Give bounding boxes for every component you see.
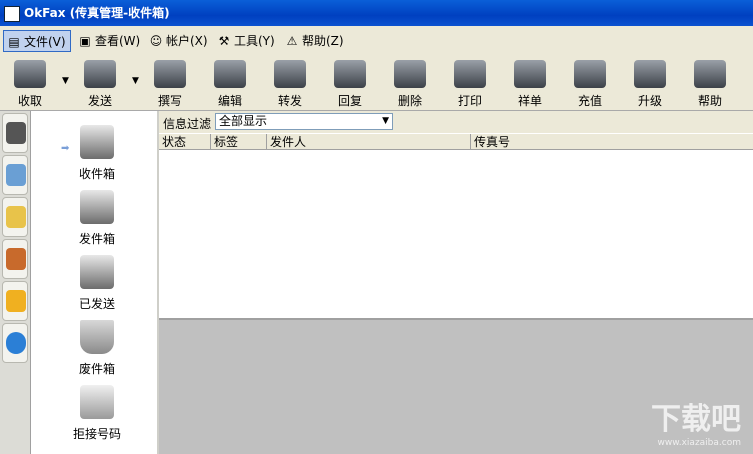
app-icon [4, 6, 20, 22]
watermark: 下载吧 www.xiazaiba.com [651, 402, 741, 448]
send-dropdown-icon[interactable]: ▼ [132, 76, 139, 86]
filter-label: 信息过滤 [163, 117, 212, 131]
filter-bar: 信息过滤 全部显示 ▼ [159, 111, 753, 133]
side-tab-mail[interactable] [2, 197, 28, 237]
recharge-icon [574, 60, 606, 88]
receive-button[interactable]: 收取 [4, 58, 56, 108]
forward-button[interactable]: 转发 [264, 58, 316, 108]
send-button[interactable]: 发送 [74, 58, 126, 108]
column-sender[interactable]: 发件人 [267, 134, 471, 150]
list-header: 状态 标签 发件人 传真号 [159, 133, 753, 150]
receive-dropdown-icon[interactable]: ▼ [62, 76, 69, 86]
chevron-down-icon: ▼ [382, 116, 389, 126]
folder-sent[interactable]: 已发送 [67, 255, 127, 312]
delete-icon [394, 60, 426, 88]
recharge-button[interactable]: 充值 [564, 58, 616, 108]
compose-icon [154, 60, 186, 88]
upgrade-button[interactable]: 升级 [624, 58, 676, 108]
folder-inbox[interactable]: 收件箱 [67, 125, 127, 182]
folder-pane: ➡ 收件箱 发件箱 已发送 废件箱 拒接号码 [31, 111, 159, 454]
menu-help[interactable]: ⚠ 帮助(Z) [282, 30, 348, 52]
people-icon [6, 248, 26, 270]
mail-icon [6, 206, 26, 228]
edit-icon [214, 60, 246, 88]
ie-icon [6, 332, 26, 354]
bell-icon [6, 290, 26, 312]
window-title: OkFax (传真管理-收件箱) [24, 6, 170, 20]
side-tab-fax[interactable] [2, 113, 28, 153]
receive-icon [14, 60, 46, 88]
outbox-fax-icon [80, 190, 114, 224]
computer-icon [6, 164, 26, 186]
forward-icon [274, 60, 306, 88]
delete-button[interactable]: 删除 [384, 58, 436, 108]
send-icon [84, 60, 116, 88]
menu-tools[interactable]: ⚒ 工具(Y) [214, 30, 279, 52]
detail-icon [514, 60, 546, 88]
folder-blocked-numbers[interactable]: 拒接号码 [67, 385, 127, 442]
help-toolbar-button[interactable]: 帮助 [684, 58, 736, 108]
view-icon: ▣ [79, 34, 91, 48]
menu-account[interactable]: ☺ 帐户(X) [146, 30, 212, 52]
users-icon: ☺ [149, 34, 163, 48]
help-book-icon [694, 60, 726, 88]
reply-button[interactable]: 回复 [324, 58, 376, 108]
tools-icon: ⚒ [218, 34, 230, 48]
reply-icon [334, 60, 366, 88]
menu-file[interactable]: ▤ 文件(V) [3, 30, 71, 52]
toolbar: 收取 ▼ 发送 ▼ 撰写 编辑 转发 回复 删除 打印 祥单 充值 升级 帮助 [0, 56, 753, 111]
blocked-numbers-icon [80, 385, 114, 419]
side-tab-alerts[interactable] [2, 281, 28, 321]
folder-trash[interactable]: 废件箱 [67, 320, 127, 377]
column-tag[interactable]: 标签 [211, 134, 267, 150]
fax-icon [6, 122, 26, 144]
trash-basket-icon [80, 320, 114, 354]
side-tab-web[interactable] [2, 323, 28, 363]
inbox-fax-icon [80, 125, 114, 159]
title-bar: OkFax (传真管理-收件箱) [0, 0, 753, 26]
print-icon [454, 60, 486, 88]
upgrade-icon [634, 60, 666, 88]
side-tab-computer[interactable] [2, 155, 28, 195]
file-icon: ▤ [8, 35, 20, 49]
compose-button[interactable]: 撰写 [144, 58, 196, 108]
side-tab-bar [0, 111, 31, 454]
message-list[interactable] [159, 150, 753, 320]
sent-fax-icon [80, 255, 114, 289]
preview-pane: 下载吧 www.xiazaiba.com [159, 320, 753, 454]
filter-value: 全部显示 [219, 114, 268, 128]
print-button[interactable]: 打印 [444, 58, 496, 108]
help-icon: ⚠ [286, 34, 298, 48]
side-tab-contacts[interactable] [2, 239, 28, 279]
edit-button[interactable]: 编辑 [204, 58, 256, 108]
folder-outbox[interactable]: 发件箱 [67, 190, 127, 247]
menu-view[interactable]: ▣ 查看(W) [75, 30, 144, 52]
filter-select[interactable]: 全部显示 ▼ [215, 113, 393, 130]
detail-button[interactable]: 祥单 [504, 58, 556, 108]
column-fax-number[interactable]: 传真号 [471, 134, 753, 150]
menu-bar: ▤ 文件(V) ▣ 查看(W) ☺ 帐户(X) ⚒ 工具(Y) ⚠ 帮助(Z) [0, 26, 753, 57]
column-status[interactable]: 状态 [159, 134, 211, 150]
